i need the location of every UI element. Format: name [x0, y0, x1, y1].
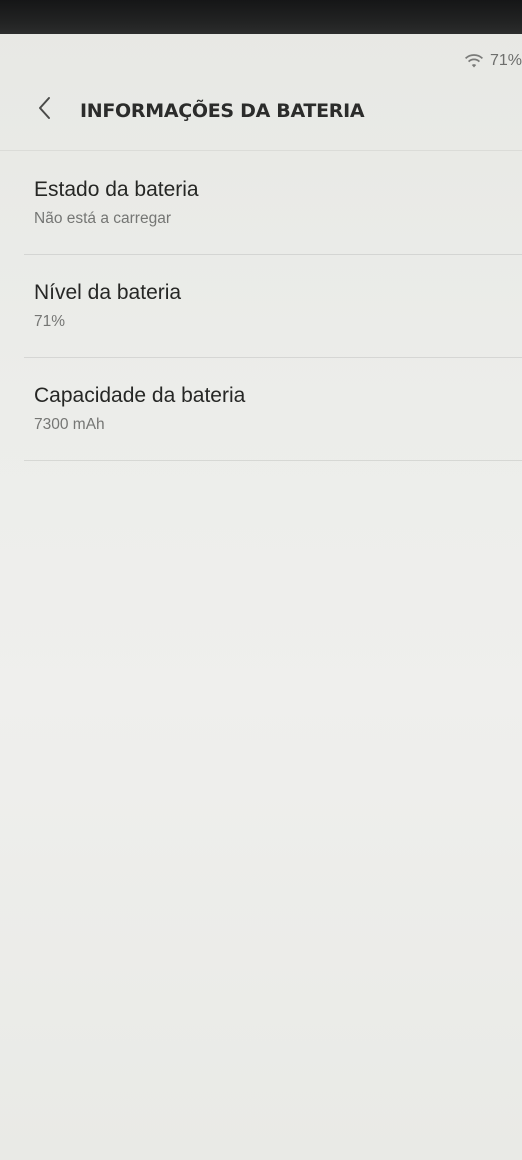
list-item-battery-status[interactable]: Estado da bateria Não está a carregar — [0, 152, 522, 255]
item-title: Capacidade da bateria — [34, 384, 246, 407]
list-item-battery-level[interactable]: Nível da bateria 71% — [0, 255, 522, 358]
battery-percent: 71% — [489, 52, 522, 69]
status-bar: 71% — [0, 34, 522, 84]
back-button[interactable] — [26, 90, 62, 130]
screen: 71% INFORMAÇÕES DA BATERIA Estado da bat… — [0, 0, 522, 1160]
chevron-left-icon — [36, 95, 52, 126]
status-indicators: 71% — [464, 52, 522, 70]
header-divider — [0, 150, 522, 151]
item-title: Nível da bateria — [34, 281, 182, 304]
divider — [24, 460, 522, 461]
battery-info-list: Estado da bateria Não está a carregar Ní… — [0, 152, 522, 461]
list-item-battery-capacity[interactable]: Capacidade da bateria 7300 mAh — [0, 358, 522, 461]
item-value: 71% — [34, 313, 66, 330]
app-bar: INFORMAÇÕES DA BATERIA — [0, 84, 522, 148]
page-title: INFORMAÇÕES DA BATERIA — [80, 100, 365, 122]
wifi-icon — [464, 53, 484, 69]
item-title: Estado da bateria — [34, 178, 199, 201]
item-value: Não está a carregar — [34, 210, 171, 227]
item-value: 7300 mAh — [34, 416, 105, 433]
device-bezel — [0, 0, 522, 34]
